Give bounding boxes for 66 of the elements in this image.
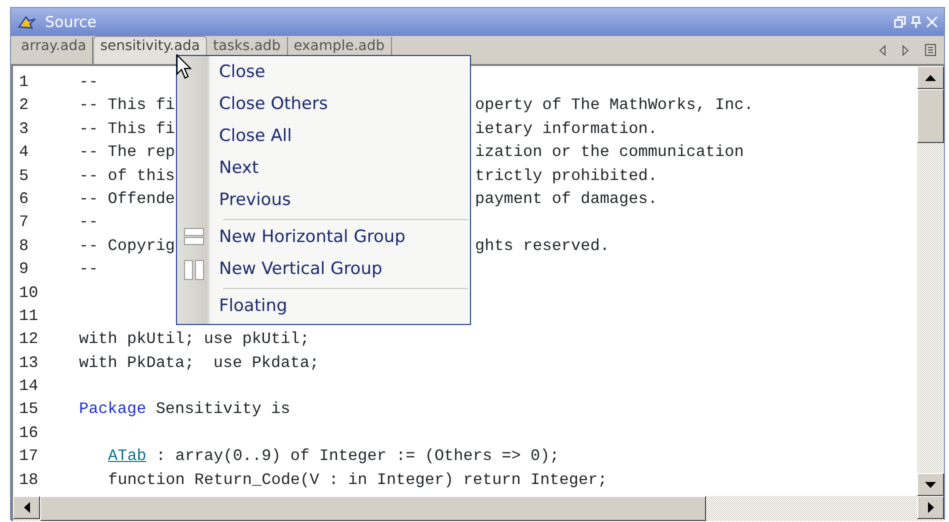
code-text: -- The rep — [79, 143, 176, 162]
menu-item[interactable]: Close All — [177, 121, 470, 153]
list-icon[interactable] — [925, 44, 936, 56]
code-text: -- of this — [79, 166, 176, 185]
line-number: 5 — [19, 166, 30, 187]
menu-item[interactable]: Previous — [177, 185, 470, 217]
code-keyword: Package — [79, 400, 146, 418]
code-text: Sensitivity is — [154, 400, 290, 418]
up-arrow-icon — [925, 74, 936, 80]
code-text: : array(0..9) of Integer := (Others => 0); — [155, 447, 560, 466]
code-text: operty of The MathWorks, Inc. — [475, 95, 754, 116]
line-number: 14 — [19, 376, 40, 398]
line-number: 8 — [19, 236, 30, 257]
down-arrow-icon — [925, 482, 936, 488]
menu-item[interactable]: Close Others — [177, 89, 470, 121]
line-number: 1 — [19, 72, 30, 93]
line-number: 15 — [19, 399, 40, 420]
code-text: -- This fi — [79, 120, 176, 138]
code-text: -- — [79, 73, 98, 91]
line-number: 13 — [19, 352, 40, 374]
line-number: 6 — [19, 188, 30, 210]
code-text: ization or the communication — [475, 142, 744, 164]
right-arrow-icon[interactable] — [902, 44, 909, 56]
code-text: -- Offende — [79, 190, 176, 208]
code-text: -- — [79, 213, 98, 232]
line-number: 9 — [19, 259, 30, 280]
line-number: 4 — [19, 142, 30, 164]
scroll-down-button[interactable] — [917, 473, 944, 496]
code-text: ietary information. — [475, 118, 658, 140]
code-text: -- Copyrig — [79, 236, 176, 255]
code-link[interactable]: ATab — [108, 447, 146, 466]
code-text: with PkData; use Pkdata; — [79, 354, 320, 372]
line-number: 18 — [19, 470, 40, 491]
scroll-left-button[interactable] — [13, 496, 40, 519]
line-number: 7 — [19, 212, 30, 234]
split-horizontal-icon — [184, 228, 204, 248]
line-number: 3 — [19, 118, 30, 140]
split-vertical-icon — [184, 260, 204, 280]
app-icon — [17, 14, 37, 30]
line-number: 16 — [19, 422, 40, 444]
menu-item[interactable]: New Vertical Group — [177, 254, 470, 286]
code-text: with pkUtil; use pkUtil; — [79, 330, 310, 348]
horizontal-scroll-thumb[interactable] — [40, 496, 706, 521]
line-number: 11 — [19, 306, 40, 327]
code-text: -- This fi — [79, 96, 176, 114]
window-title: Source — [45, 12, 97, 33]
left-arrow-icon — [24, 502, 30, 513]
vertical-scroll-thumb[interactable] — [917, 89, 944, 143]
line-number: 12 — [19, 329, 40, 350]
code-text: ghts reserved. — [475, 236, 610, 257]
code-text: trictly prohibited. — [475, 166, 658, 187]
line-number: 17 — [19, 446, 40, 468]
left-arrow-icon[interactable] — [879, 44, 886, 56]
line-number: 2 — [19, 95, 30, 116]
restore-icon[interactable] — [894, 16, 906, 28]
line-number: 10 — [19, 282, 40, 304]
file-tab[interactable]: sensitivity.ada — [93, 36, 208, 64]
right-arrow-icon — [928, 502, 934, 513]
scroll-up-button[interactable] — [917, 66, 944, 89]
code-text: payment of damages. — [475, 188, 658, 210]
scroll-right-button[interactable] — [917, 496, 944, 519]
menu-item[interactable]: Next — [177, 153, 470, 185]
code-text: function Return_Code(V : in Integer) return Integer; — [108, 470, 608, 489]
code-text: -- — [79, 260, 98, 278]
pin-icon[interactable] — [910, 16, 922, 28]
close-icon[interactable] — [926, 16, 938, 28]
